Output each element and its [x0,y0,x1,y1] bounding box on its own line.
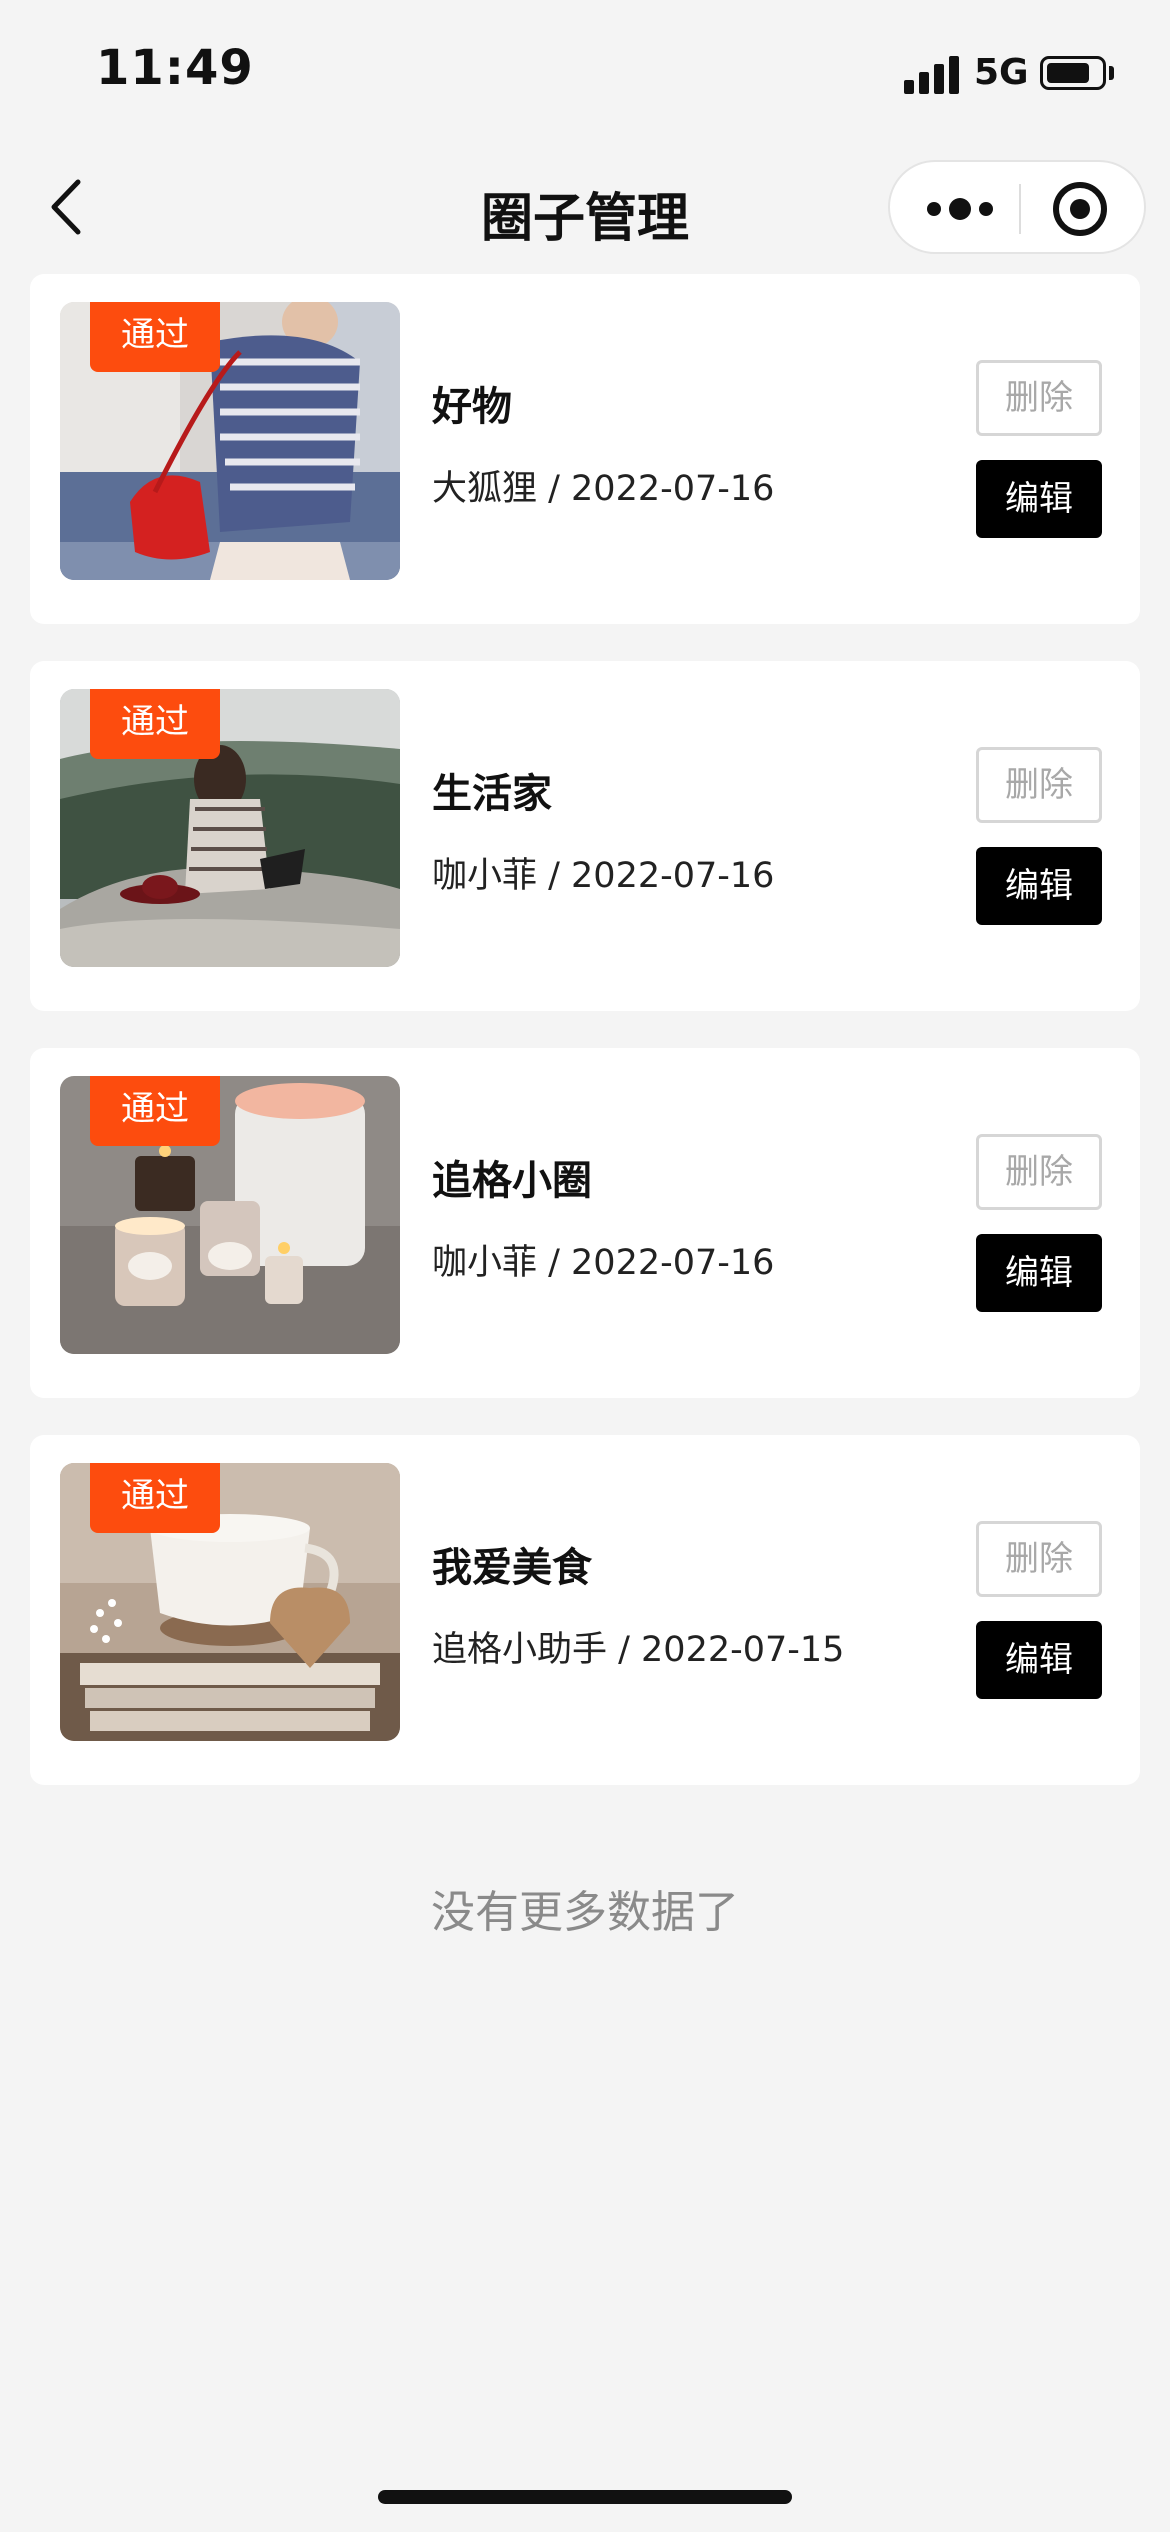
circle-meta: 咖小菲 / 2022-07-16 [432,856,775,896]
home-indicator[interactable] [378,2490,792,2504]
edit-button[interactable]: 编辑 [976,1234,1102,1312]
delete-button[interactable]: 删除 [976,1521,1102,1597]
circle-title: 追格小圈 [432,1158,592,1204]
circle-meta: 大狐狸 / 2022-07-16 [432,469,775,509]
nav-bar: 圈子管理 [0,150,1170,264]
status-badge: 通过 [90,1463,220,1533]
more-button[interactable] [910,176,1010,242]
edit-button[interactable]: 编辑 [976,460,1102,538]
delete-button[interactable]: 删除 [976,360,1102,436]
target-circle-icon [1053,182,1107,236]
circle-title: 生活家 [432,771,552,817]
status-bar: 11:49 5G [0,0,1170,150]
edit-button[interactable]: 编辑 [976,1621,1102,1699]
circle-card[interactable]: 通过 生活家 咖小菲 / 2022-07-16 删除 编辑 [30,661,1140,1011]
close-miniprogram-button[interactable] [1040,176,1120,242]
more-dots-icon [927,198,993,220]
circle-meta: 追格小助手 / 2022-07-15 [432,1630,845,1670]
circle-card[interactable]: 通过 好物 大狐狸 / 2022-07-16 删除 编辑 [30,274,1140,624]
circle-card[interactable]: 通过 我爱美食 追格小助手 / 2022-07-15 删除 编辑 [30,1435,1140,1785]
network-label: 5G [974,52,1029,93]
screen: 11:49 5G 圈子管理 通过 好物 大狐狸 / 2022-07-16 删除 … [0,0,1170,2532]
battery-icon [1040,56,1106,90]
delete-button[interactable]: 删除 [976,747,1102,823]
status-badge: 通过 [90,689,220,759]
circle-list: 通过 好物 大狐狸 / 2022-07-16 删除 编辑 通过 生活家 咖小菲 … [30,274,1140,1822]
circle-meta: 咖小菲 / 2022-07-16 [432,1243,775,1283]
circle-card[interactable]: 通过 追格小圈 咖小菲 / 2022-07-16 删除 编辑 [30,1048,1140,1398]
status-badge: 通过 [90,1076,220,1146]
battery-cap [1109,66,1114,80]
circle-title: 我爱美食 [432,1545,592,1591]
status-time: 11:49 [96,40,254,96]
no-more-data-text: 没有更多数据了 [431,1887,739,1938]
signal-icon [904,56,960,94]
mini-program-capsule [888,160,1146,254]
circle-title: 好物 [432,384,512,430]
capsule-divider [1019,184,1021,234]
edit-button[interactable]: 编辑 [976,847,1102,925]
delete-button[interactable]: 删除 [976,1134,1102,1210]
status-badge: 通过 [90,302,220,372]
